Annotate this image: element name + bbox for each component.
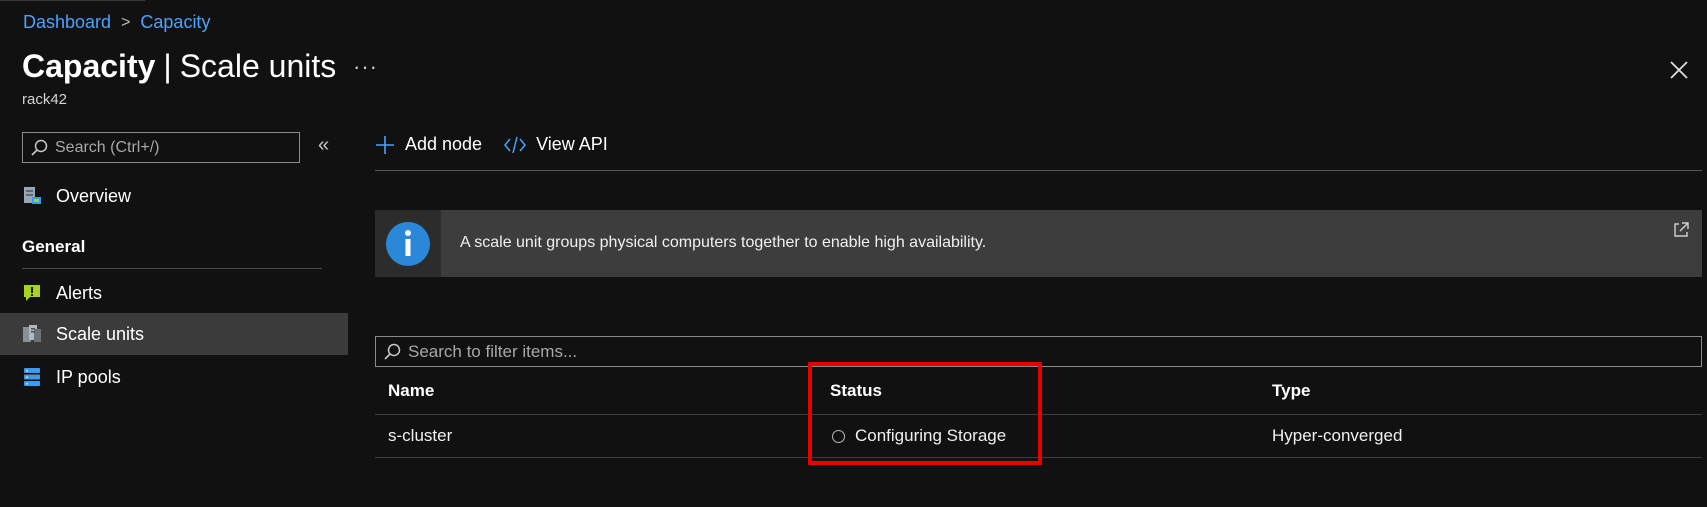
search-icon	[384, 343, 401, 360]
sidebar-item-label: Overview	[56, 185, 132, 206]
sidebar-search-input[interactable]	[49, 137, 297, 158]
divider	[375, 170, 1702, 171]
sidebar-item-overview[interactable]: Overview	[0, 175, 348, 217]
scale-units-icon	[23, 325, 41, 342]
sidebar-item-label: Scale units	[56, 323, 145, 344]
table-cell-status: Configuring Storage	[832, 426, 1006, 446]
overview-icon	[24, 187, 41, 204]
page-subtitle: rack42	[22, 91, 68, 108]
banner-message: A scale unit groups physical computers t…	[460, 234, 987, 251]
title-blade: Scale units	[179, 48, 337, 84]
divider	[375, 414, 1702, 415]
close-icon[interactable]	[1667, 58, 1691, 82]
code-icon	[504, 136, 527, 153]
cluster-name[interactable]: s-cluster	[388, 426, 452, 446]
view-api-button[interactable]: View API	[504, 134, 608, 155]
sidebar-item-label: Alerts	[56, 282, 103, 303]
title-resource: Capacity	[22, 48, 156, 84]
type-text: Hyper-converged	[1272, 426, 1403, 445]
top-edge-line	[0, 0, 145, 1]
add-node-button[interactable]: Add node	[375, 134, 482, 155]
command-bar: Add node View API	[375, 134, 630, 155]
breadcrumb: Dashboard > Capacity	[23, 12, 210, 33]
ip-pools-icon	[24, 368, 40, 386]
breadcrumb-dashboard[interactable]: Dashboard	[23, 12, 111, 33]
filter-input[interactable]	[402, 340, 1690, 363]
status-text: Configuring Storage	[855, 426, 1007, 445]
more-actions-button[interactable]: ···	[353, 54, 378, 80]
sidebar-item-scale-units[interactable]: Scale units	[0, 313, 348, 355]
collapse-sidebar-button[interactable]: «	[318, 134, 329, 157]
status-circle-icon	[832, 429, 845, 443]
info-icon	[386, 221, 430, 266]
view-api-label: View API	[536, 134, 608, 154]
table-cell-type: Hyper-converged	[1272, 426, 1402, 446]
section-general-heading: General	[22, 237, 86, 256]
breadcrumb-capacity[interactable]: Capacity	[140, 12, 210, 33]
alert-icon	[24, 285, 40, 301]
sidebar-item-ip-pools[interactable]: IP pools	[0, 356, 348, 398]
column-header-name[interactable]: Name	[388, 381, 434, 401]
page-title: Capacity | Scale units	[22, 48, 336, 85]
divider	[375, 457, 1702, 458]
info-banner: A scale unit groups physical computers t…	[375, 210, 1702, 277]
banner-icon-container	[375, 210, 441, 277]
table-cell-name[interactable]: s-cluster	[388, 426, 452, 446]
title-separator: |	[163, 48, 172, 84]
divider	[22, 268, 322, 269]
chevron-right-icon: >	[121, 13, 131, 31]
add-node-label: Add node	[405, 134, 483, 154]
sidebar-item-alerts[interactable]: Alerts	[0, 272, 348, 314]
sidebar-search-box	[22, 132, 300, 163]
column-header-status[interactable]: Status	[830, 381, 882, 401]
plus-icon	[376, 135, 394, 154]
column-header-type[interactable]: Type	[1272, 381, 1310, 401]
filter-box	[375, 336, 1702, 367]
search-icon	[31, 139, 48, 156]
external-link-icon[interactable]	[1672, 221, 1690, 239]
sidebar-item-label: IP pools	[56, 366, 121, 387]
